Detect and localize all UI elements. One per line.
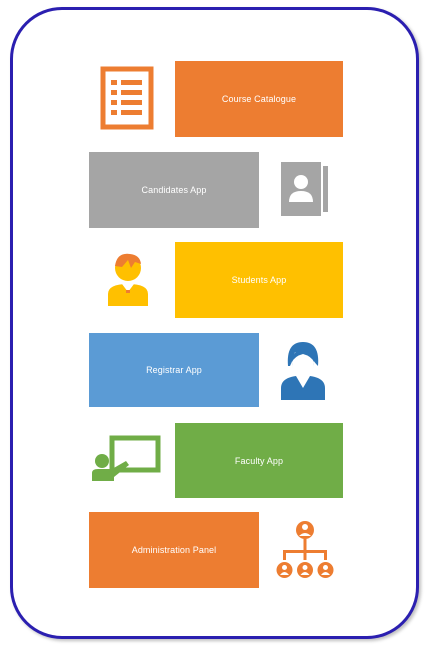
students-app-label: Students App	[231, 275, 287, 285]
course-catalogue-label: Course Catalogue	[221, 94, 297, 104]
teacher-board-icon	[90, 435, 162, 481]
faculty-app-tile[interactable]: Faculty App	[175, 423, 343, 498]
list-document-icon	[100, 66, 154, 130]
students-app-tile[interactable]: Students App	[175, 242, 343, 318]
registrar-app-tile[interactable]: Registrar App	[89, 333, 259, 407]
student-icon	[104, 246, 152, 308]
faculty-app-label: Faculty App	[234, 455, 284, 466]
administration-panel-tile[interactable]: Administration Panel	[89, 512, 259, 588]
contact-card-icon	[279, 160, 331, 218]
candidates-app-tile[interactable]: Candidates App	[89, 152, 259, 228]
registrar-app-label: Registrar App	[146, 365, 202, 375]
org-chart-icon	[272, 518, 338, 582]
course-catalogue-tile[interactable]: Course Catalogue	[175, 61, 343, 137]
candidates-app-label: Candidates App	[141, 185, 207, 195]
registrar-woman-icon	[278, 336, 328, 402]
administration-panel-label: Administration Panel	[131, 545, 217, 555]
